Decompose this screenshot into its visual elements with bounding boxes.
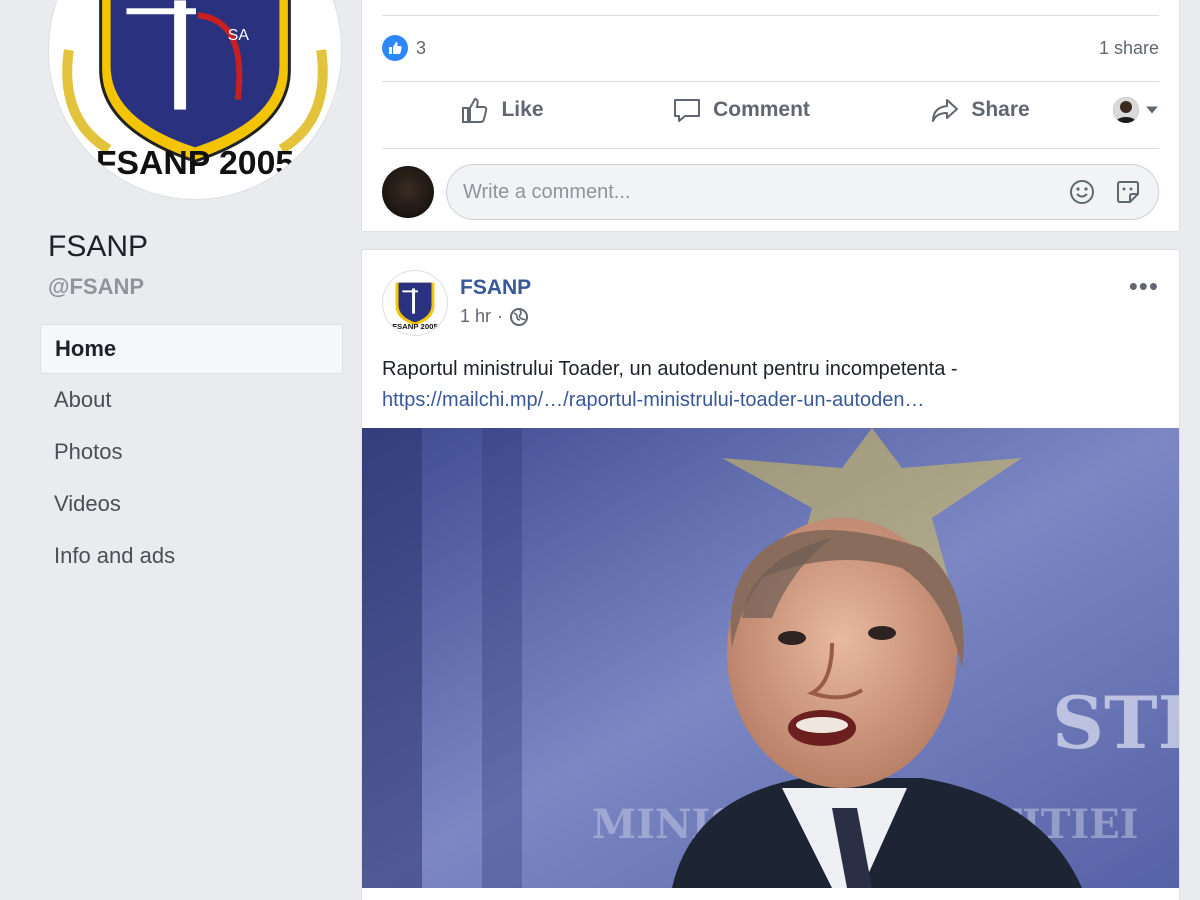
nav-item-info-and-ads[interactable]: Info and ads [40,532,343,582]
post-photo: STR MINISTERUL JUSTITIEI [362,428,1179,888]
comment-label: Comment [713,98,810,121]
post-options-button[interactable]: ••• [1129,273,1159,299]
meta-separator: · [497,306,504,326]
post-author-name[interactable]: FSANP [460,276,531,300]
page-nav: Home About Photos Videos Info and ads [40,324,343,584]
post-link[interactable]: https://mailchi.mp/…/raportul-ministrulu… [382,385,1159,416]
comment-placeholder: Write a comment... [463,180,631,203]
share-button[interactable]: Share [860,94,1099,126]
page-profile-picture[interactable]: SA FSANP 2005 [48,0,342,200]
thumbs-up-outline-icon [462,97,488,123]
share-arrow-icon [932,99,959,122]
thumbs-up-icon[interactable] [382,35,408,61]
like-label: Like [501,98,544,121]
svg-text:STR: STR [1052,680,1179,765]
avatar [1113,97,1139,123]
comment-button[interactable]: Comment [621,94,860,126]
nav-item-videos[interactable]: Videos [40,480,343,530]
post-author-avatar[interactable]: FSANP 2005 [382,270,448,336]
post-image[interactable]: STR MINISTERUL JUSTITIEI [362,428,1179,888]
svg-text:FSANP 2005: FSANP 2005 [96,144,294,182]
post-timestamp[interactable]: 1 hr [460,306,491,327]
comment-input[interactable]: Write a comment... [446,164,1159,220]
sticker-icon[interactable] [1114,178,1142,206]
speech-bubble-icon [674,99,701,122]
post-body: Raportul ministrului Toader, un autodenu… [382,358,958,380]
action-bar: Like Comment Share [382,88,1159,132]
previous-post-footer: 3 1 share Like Comment Share Write a com… [361,0,1180,232]
post-card: FSANP 2005 FSANP 1 hr · ••• Raportul min… [361,249,1180,900]
page-handle[interactable]: @FSANP [48,274,144,300]
divider [382,148,1159,149]
globe-icon[interactable] [509,307,529,327]
fsanp-logo: SA FSANP 2005 [50,0,340,195]
share-label: Share [971,98,1030,121]
svg-text:SA: SA [228,27,250,44]
comment-composer: Write a comment... [382,164,1159,220]
like-button[interactable]: Like [382,94,621,126]
divider [382,15,1159,16]
post-meta: 1 hr · [460,306,529,327]
smiley-icon[interactable] [1068,178,1096,206]
react-as-selector[interactable] [1099,97,1159,123]
nav-item-about[interactable]: About [40,376,343,426]
fsanp-logo: FSANP 2005 [383,271,447,335]
post-text: Raportul ministrului Toader, un autodenu… [382,354,1159,416]
post-header: FSANP 2005 FSANP 1 hr · ••• [382,270,1159,338]
nav-item-home[interactable]: Home [40,324,343,374]
divider [382,81,1159,82]
reaction-count[interactable]: 3 [416,38,426,59]
page-name[interactable]: FSANP [48,230,148,264]
reaction-summary: 3 1 share [382,26,1159,70]
caret-down-icon [1146,106,1158,114]
share-count[interactable]: 1 share [1099,38,1159,59]
svg-text:FSANP 2005: FSANP 2005 [392,322,438,331]
avatar[interactable] [382,166,434,218]
nav-item-photos[interactable]: Photos [40,428,343,478]
